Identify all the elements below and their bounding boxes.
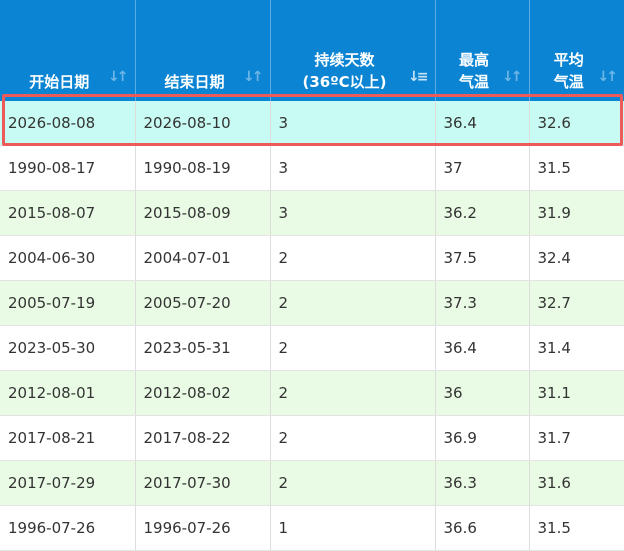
cell-max-temp: 37 bbox=[435, 145, 530, 191]
table-row[interactable]: 2017-08-21 2017-08-22 2 36.9 31.7 bbox=[0, 415, 624, 461]
table-body: 2026-08-08 2026-08-10 3 36.4 32.6 1990-0… bbox=[0, 101, 624, 551]
cell-start-date: 2023-05-30 bbox=[0, 325, 136, 371]
cell-max-temp: 36.4 bbox=[435, 325, 530, 371]
cell-avg-temp: 32.4 bbox=[529, 235, 624, 281]
cell-duration: 2 bbox=[270, 370, 436, 416]
cell-end-date: 2026-08-10 bbox=[135, 101, 271, 146]
cell-duration: 3 bbox=[270, 101, 436, 146]
cell-start-date: 2005-07-19 bbox=[0, 280, 136, 326]
header-avg-temp-label: 平均 bbox=[553, 51, 584, 69]
table-row[interactable]: 2005-07-19 2005-07-20 2 37.3 32.7 bbox=[0, 280, 624, 326]
cell-avg-temp: 31.1 bbox=[529, 370, 624, 416]
header-duration[interactable]: 持续天数 (36ºC以上) ↓≡ bbox=[270, 0, 436, 101]
header-max-temp[interactable]: 最高 气温 ↓↑ bbox=[435, 0, 530, 101]
cell-end-date: 2017-08-22 bbox=[135, 415, 271, 461]
table-row[interactable]: 2015-08-07 2015-08-09 3 36.2 31.9 bbox=[0, 190, 624, 236]
cell-avg-temp: 31.6 bbox=[529, 460, 624, 506]
cell-max-temp: 36.6 bbox=[435, 505, 530, 551]
cell-end-date: 2017-07-30 bbox=[135, 460, 271, 506]
cell-avg-temp: 31.7 bbox=[529, 415, 624, 461]
cell-avg-temp: 32.6 bbox=[529, 101, 624, 146]
table-row[interactable]: 2012-08-01 2012-08-02 2 36 31.1 bbox=[0, 370, 624, 416]
header-start-date[interactable]: 开始日期 ↓↑ bbox=[0, 0, 136, 101]
table-row-highlighted[interactable]: 2026-08-08 2026-08-10 3 36.4 32.6 bbox=[0, 101, 624, 146]
table-row[interactable]: 2004-06-30 2004-07-01 2 37.5 32.4 bbox=[0, 235, 624, 281]
cell-duration: 1 bbox=[270, 505, 436, 551]
table-header: 开始日期 ↓↑ 结束日期 ↓↑ 持续天数 (36ºC以上) ↓≡ 最高 气温 ↓… bbox=[0, 0, 624, 101]
cell-start-date: 1990-08-17 bbox=[0, 145, 136, 191]
table-row[interactable]: 2023-05-30 2023-05-31 2 36.4 31.4 bbox=[0, 325, 624, 371]
header-duration-sublabel: (36ºC以上) bbox=[302, 73, 387, 91]
cell-start-date: 2026-08-08 bbox=[0, 101, 136, 146]
cell-max-temp: 36.9 bbox=[435, 415, 530, 461]
cell-max-temp: 36.2 bbox=[435, 190, 530, 236]
header-duration-label: 持续天数 bbox=[314, 51, 375, 69]
cell-duration: 2 bbox=[270, 325, 436, 371]
sort-updown-icon[interactable]: ↓↑ bbox=[598, 66, 619, 88]
cell-end-date: 2023-05-31 bbox=[135, 325, 271, 371]
cell-duration: 2 bbox=[270, 460, 436, 506]
cell-start-date: 2017-08-21 bbox=[0, 415, 136, 461]
cell-start-date: 2004-06-30 bbox=[0, 235, 136, 281]
cell-duration: 2 bbox=[270, 415, 436, 461]
table-row[interactable]: 2017-07-29 2017-07-30 2 36.3 31.6 bbox=[0, 460, 624, 506]
cell-avg-temp: 31.9 bbox=[529, 190, 624, 236]
header-avg-temp[interactable]: 平均 气温 ↓↑ bbox=[529, 0, 624, 101]
heatwave-table: 开始日期 ↓↑ 结束日期 ↓↑ 持续天数 (36ºC以上) ↓≡ 最高 气温 ↓… bbox=[0, 0, 624, 551]
header-end-date[interactable]: 结束日期 ↓↑ bbox=[135, 0, 271, 101]
cell-max-temp: 37.5 bbox=[435, 235, 530, 281]
cell-end-date: 2004-07-01 bbox=[135, 235, 271, 281]
cell-end-date: 1996-07-26 bbox=[135, 505, 271, 551]
cell-max-temp: 37.3 bbox=[435, 280, 530, 326]
cell-end-date: 1990-08-19 bbox=[135, 145, 271, 191]
cell-start-date: 2012-08-01 bbox=[0, 370, 136, 416]
sort-updown-icon[interactable]: ↓↑ bbox=[243, 66, 264, 88]
table-row[interactable]: 1990-08-17 1990-08-19 3 37 31.5 bbox=[0, 145, 624, 191]
cell-avg-temp: 31.5 bbox=[529, 505, 624, 551]
cell-duration: 2 bbox=[270, 235, 436, 281]
cell-avg-temp: 32.7 bbox=[529, 280, 624, 326]
cell-start-date: 2015-08-07 bbox=[0, 190, 136, 236]
cell-start-date: 2017-07-29 bbox=[0, 460, 136, 506]
header-max-temp-label: 最高 bbox=[458, 51, 489, 69]
header-avg-temp-sublabel: 气温 bbox=[553, 73, 584, 91]
cell-max-temp: 36.4 bbox=[435, 101, 530, 146]
cell-avg-temp: 31.4 bbox=[529, 325, 624, 371]
cell-start-date: 1996-07-26 bbox=[0, 505, 136, 551]
sort-descending-icon[interactable]: ↓≡ bbox=[408, 66, 429, 88]
cell-duration: 3 bbox=[270, 145, 436, 191]
cell-max-temp: 36.3 bbox=[435, 460, 530, 506]
cell-duration: 3 bbox=[270, 190, 436, 236]
cell-end-date: 2012-08-02 bbox=[135, 370, 271, 416]
sort-updown-icon[interactable]: ↓↑ bbox=[502, 66, 523, 88]
cell-avg-temp: 31.5 bbox=[529, 145, 624, 191]
cell-end-date: 2015-08-09 bbox=[135, 190, 271, 236]
table-row[interactable]: 1996-07-26 1996-07-26 1 36.6 31.5 bbox=[0, 505, 624, 551]
cell-max-temp: 36 bbox=[435, 370, 530, 416]
header-start-date-label: 开始日期 bbox=[29, 73, 90, 91]
header-end-date-label: 结束日期 bbox=[164, 73, 225, 91]
sort-updown-icon[interactable]: ↓↑ bbox=[108, 66, 129, 88]
cell-end-date: 2005-07-20 bbox=[135, 280, 271, 326]
header-max-temp-sublabel: 气温 bbox=[458, 73, 489, 91]
cell-duration: 2 bbox=[270, 280, 436, 326]
